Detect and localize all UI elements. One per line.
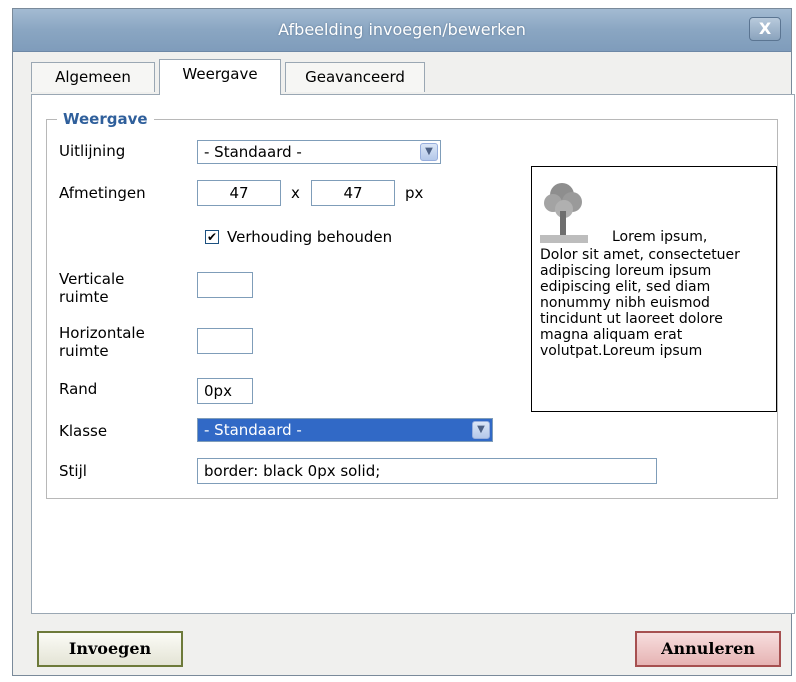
hspace-input[interactable] — [197, 328, 253, 354]
preview-body: Dolor sit amet, consectetuer adipiscing … — [540, 247, 740, 359]
dialog-window: Afbeelding invoegen/bewerken X Algemeen … — [12, 8, 795, 676]
preview-first-line: Lorem ipsum, — [612, 229, 708, 245]
fieldset-legend: Weergave — [57, 110, 154, 128]
class-label: Klasse — [59, 422, 108, 440]
class-value: - Standaard - — [204, 421, 302, 439]
tab-label: Geavanceerd — [305, 68, 405, 86]
alignment-label: Uitlijning — [59, 142, 126, 160]
weergave-fieldset: Weergave Uitlijning - Standaard - ▼ Afme… — [46, 110, 778, 499]
unit-label: px — [405, 184, 424, 202]
close-icon: X — [758, 19, 772, 38]
tab-geavanceerd[interactable]: Geavanceerd — [285, 62, 425, 92]
hspace-label-line2: ruimte — [59, 342, 109, 360]
tree-thumbnail-icon — [540, 175, 588, 245]
tab-label: Algemeen — [55, 68, 131, 86]
style-input[interactable]: border: black 0px solid; — [197, 458, 657, 484]
keep-ratio-label: Verhouding behouden — [227, 228, 393, 246]
insert-button[interactable]: Invoegen — [37, 631, 183, 667]
checkmark-icon: ✔ — [206, 230, 218, 244]
vspace-label-line1: Verticale — [59, 270, 125, 288]
border-label: Rand — [59, 380, 98, 398]
close-button[interactable]: X — [749, 17, 781, 41]
alignment-value: - Standaard - — [204, 143, 302, 161]
cancel-button[interactable]: Annuleren — [635, 631, 781, 667]
style-label: Stijl — [59, 462, 87, 480]
tab-panel-weergave: Weergave Uitlijning - Standaard - ▼ Afme… — [31, 94, 795, 614]
chevron-down-icon[interactable]: ▼ — [420, 143, 438, 161]
title-bar[interactable]: Afbeelding invoegen/bewerken X — [13, 9, 791, 52]
dimensions-label: Afmetingen — [59, 184, 146, 202]
times-sign: x — [291, 184, 300, 202]
class-select[interactable]: - Standaard - ▼ — [197, 418, 493, 442]
chevron-down-icon[interactable]: ▼ — [472, 421, 490, 439]
keep-ratio-checkbox[interactable]: ✔ — [205, 230, 219, 244]
image-preview: Lorem ipsum, Dolor sit amet, consectetue… — [531, 166, 777, 412]
dialog-title: Afbeelding invoegen/bewerken — [278, 20, 526, 39]
height-input[interactable]: 47 — [311, 180, 395, 206]
hspace-label-line1: Horizontale — [59, 324, 145, 342]
alignment-select[interactable]: - Standaard - ▼ — [197, 140, 441, 164]
tab-weergave[interactable]: Weergave — [159, 59, 281, 95]
vspace-input[interactable] — [197, 272, 253, 298]
vspace-label-line2: ruimte — [59, 288, 109, 306]
border-input[interactable]: 0px — [197, 378, 253, 404]
tab-algemeen[interactable]: Algemeen — [31, 62, 155, 92]
tab-label: Weergave — [182, 65, 258, 83]
width-input[interactable]: 47 — [197, 180, 281, 206]
